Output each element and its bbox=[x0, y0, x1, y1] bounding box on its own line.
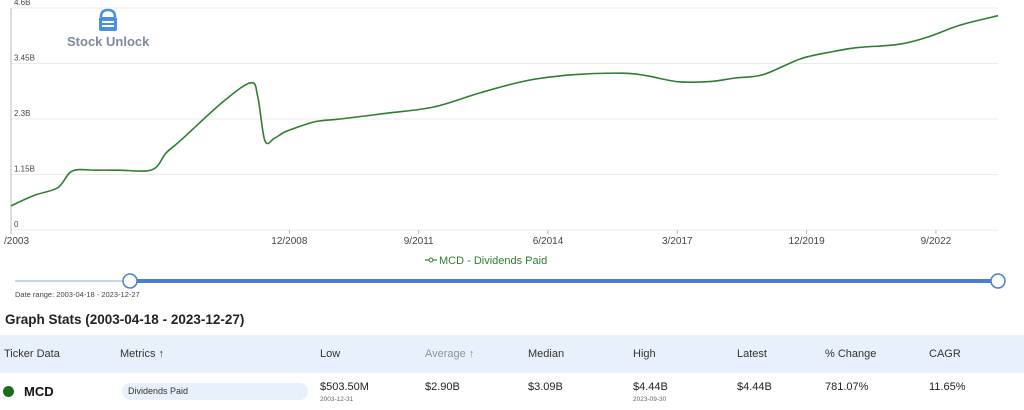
legend[interactable]: MCD - Dividends Paid bbox=[425, 255, 547, 267]
x-tick-label: 6/2014 bbox=[533, 236, 564, 247]
date-range-start: 2003-04-18 bbox=[56, 290, 95, 299]
header-metrics-sort[interactable]: Metrics ↑ bbox=[120, 348, 164, 360]
header-median[interactable]: Median bbox=[528, 348, 564, 360]
value-percent-change: 781.07% bbox=[825, 381, 869, 393]
x-tick-label: 12/2019 bbox=[789, 236, 826, 247]
x-tick-label: 9/2022 bbox=[921, 236, 952, 247]
ticker-color-dot bbox=[3, 386, 14, 397]
metric-pill[interactable]: Dividends Paid bbox=[122, 383, 308, 400]
x-tick-label: 3/2017 bbox=[662, 236, 693, 247]
header-average-sort[interactable]: Average ↑ bbox=[425, 348, 474, 360]
value-high: $4.44B bbox=[633, 381, 668, 393]
x-tick-label: /2003 bbox=[4, 236, 29, 247]
legend-dot-icon bbox=[428, 257, 434, 263]
legend-label: MCD - Dividends Paid bbox=[439, 255, 547, 267]
date-range-caption: Date range: 2003-04-18 - 2023-12-27 bbox=[15, 290, 140, 299]
y-tick-label: 2.3B bbox=[14, 109, 30, 118]
y-tick-label: 0 bbox=[14, 220, 19, 229]
watermark: Stock Unlock bbox=[67, 8, 150, 49]
header-cagr[interactable]: CAGR bbox=[929, 348, 961, 360]
y-tick-label: 3.45B bbox=[14, 54, 35, 63]
value-latest: $4.44B bbox=[737, 381, 772, 393]
dividends-chart: 0 1.15B 2.3B 3.45B 4.6B /2003 12/2008 9/2011 6/… bbox=[4, 0, 1006, 289]
date-range-label: Date range: bbox=[15, 290, 55, 299]
x-tick-label: 9/2011 bbox=[404, 236, 434, 247]
graph-stats-title: Graph Stats (2003-04-18 - 2023-12-27) bbox=[5, 312, 245, 327]
date-range-end: 2023-12-27 bbox=[101, 290, 140, 299]
y-tick-label: 1.15B bbox=[14, 165, 35, 174]
value-median: $3.09B bbox=[528, 381, 563, 393]
header-high[interactable]: High bbox=[633, 348, 656, 360]
header-low[interactable]: Low bbox=[320, 348, 340, 360]
header-ticker-data: Ticker Data bbox=[4, 348, 60, 360]
slider-start-handle[interactable] bbox=[122, 273, 138, 289]
date-range-slider[interactable] bbox=[15, 273, 1006, 289]
ticker-symbol[interactable]: MCD bbox=[24, 384, 54, 399]
value-low-date: 2003-12-31 bbox=[320, 396, 354, 403]
watermark-text: Stock Unlock bbox=[67, 34, 150, 49]
value-high-date: 2023-09-30 bbox=[633, 396, 667, 403]
series-line-mcd-dividends bbox=[10, 14, 999, 207]
y-tick-label: 4.6B bbox=[14, 0, 30, 7]
value-cagr: 11.65% bbox=[929, 381, 966, 393]
value-low: $503.50M bbox=[320, 381, 369, 393]
header-percent-change[interactable]: % Change bbox=[825, 348, 876, 360]
header-latest[interactable]: Latest bbox=[737, 348, 767, 360]
chart-grid bbox=[11, 7, 998, 231]
value-average: $2.90B bbox=[425, 381, 460, 393]
lock-icon bbox=[99, 8, 117, 31]
x-tick-label: 12/2008 bbox=[271, 236, 308, 247]
x-axis-ticks: /2003 12/2008 9/2011 6/2014 3/2017 12/2019 9/2… bbox=[4, 230, 952, 247]
y-axis-ticks: 0 1.15B 2.3B 3.45B 4.6B bbox=[14, 0, 35, 229]
slider-end-handle[interactable] bbox=[990, 273, 1006, 289]
